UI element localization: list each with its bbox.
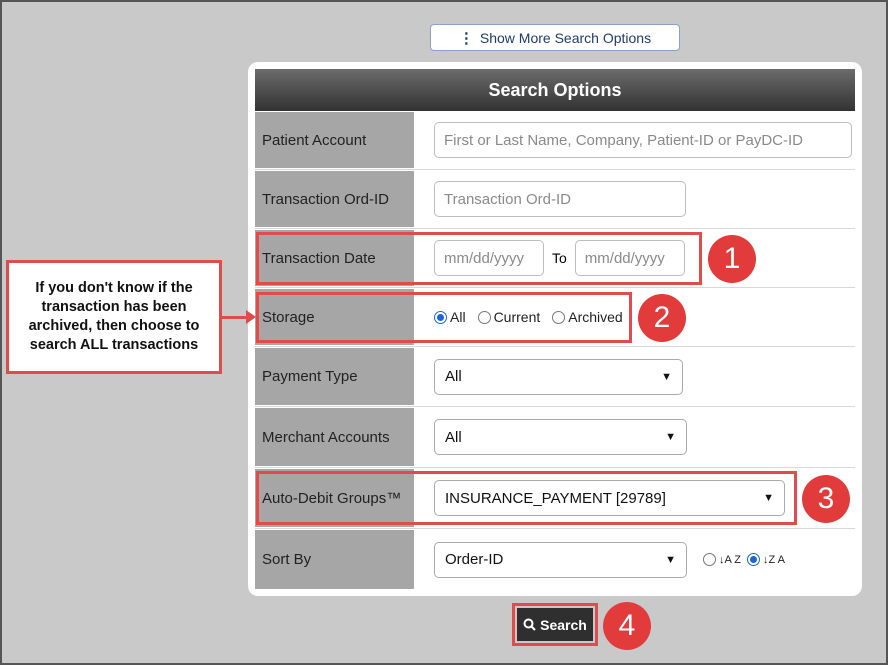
- highlight-transaction-date: [256, 232, 702, 285]
- search-button[interactable]: Search: [517, 608, 593, 641]
- payment-type-select[interactable]: All ▼: [434, 358, 683, 395]
- patient-account-input[interactable]: [434, 122, 852, 158]
- row-payment-type: Payment Type All ▼: [255, 347, 855, 407]
- sort-by-select[interactable]: Order-ID ▼: [434, 541, 687, 578]
- transaction-ord-id-input[interactable]: [434, 181, 686, 217]
- transaction-ord-id-label: Transaction Ord-ID: [255, 171, 414, 227]
- sort-descending-icon: ↓Z A: [763, 553, 786, 566]
- storage-callout: If you don't know if the transaction has…: [6, 260, 222, 374]
- sort-descending-radio[interactable]: ↓Z A: [747, 553, 785, 566]
- highlight-storage: [256, 292, 632, 343]
- chevron-down-icon: ▼: [661, 370, 672, 383]
- chevron-down-icon: ▼: [665, 553, 676, 566]
- payment-type-label: Payment Type: [255, 348, 414, 405]
- sort-ascending-radio[interactable]: ↓A Z: [703, 553, 741, 566]
- step-marker-2: 2: [638, 294, 686, 342]
- chevron-down-icon: ▼: [665, 431, 676, 443]
- highlight-auto-debit-groups: [256, 471, 797, 525]
- callout-arrow-line: [222, 316, 248, 319]
- merchant-accounts-select[interactable]: All ▼: [434, 419, 687, 455]
- vertical-dots-icon: ⋮: [458, 29, 474, 47]
- search-icon: [523, 618, 536, 631]
- row-transaction-ord-id: Transaction Ord-ID: [255, 170, 855, 229]
- search-button-label: Search: [540, 616, 587, 633]
- step-marker-1: 1: [708, 235, 756, 283]
- merchant-accounts-value: All: [445, 428, 462, 446]
- sort-ascending-icon: ↓A Z: [719, 553, 742, 566]
- row-merchant-accounts: Merchant Accounts All ▼: [255, 407, 855, 468]
- panel-title: Search Options: [255, 69, 855, 111]
- patient-account-label: Patient Account: [255, 112, 414, 168]
- row-sort-by: Sort By Order-ID ▼ ↓A Z ↓Z A: [255, 529, 855, 590]
- radio-unchecked-icon: [703, 553, 716, 566]
- show-more-options-button[interactable]: ⋮ Show More Search Options: [430, 24, 680, 51]
- show-more-label: Show More Search Options: [479, 29, 652, 46]
- merchant-accounts-label: Merchant Accounts: [255, 408, 414, 466]
- step-marker-4: 4: [603, 602, 651, 650]
- arrow-right-icon: [246, 310, 256, 324]
- payment-type-value: All: [445, 368, 462, 385]
- step-marker-3: 3: [802, 475, 850, 523]
- row-patient-account: Patient Account: [255, 111, 855, 170]
- sort-by-label: Sort By: [255, 530, 414, 589]
- sort-by-value: Order-ID: [445, 551, 504, 568]
- radio-checked-icon: [747, 553, 761, 566]
